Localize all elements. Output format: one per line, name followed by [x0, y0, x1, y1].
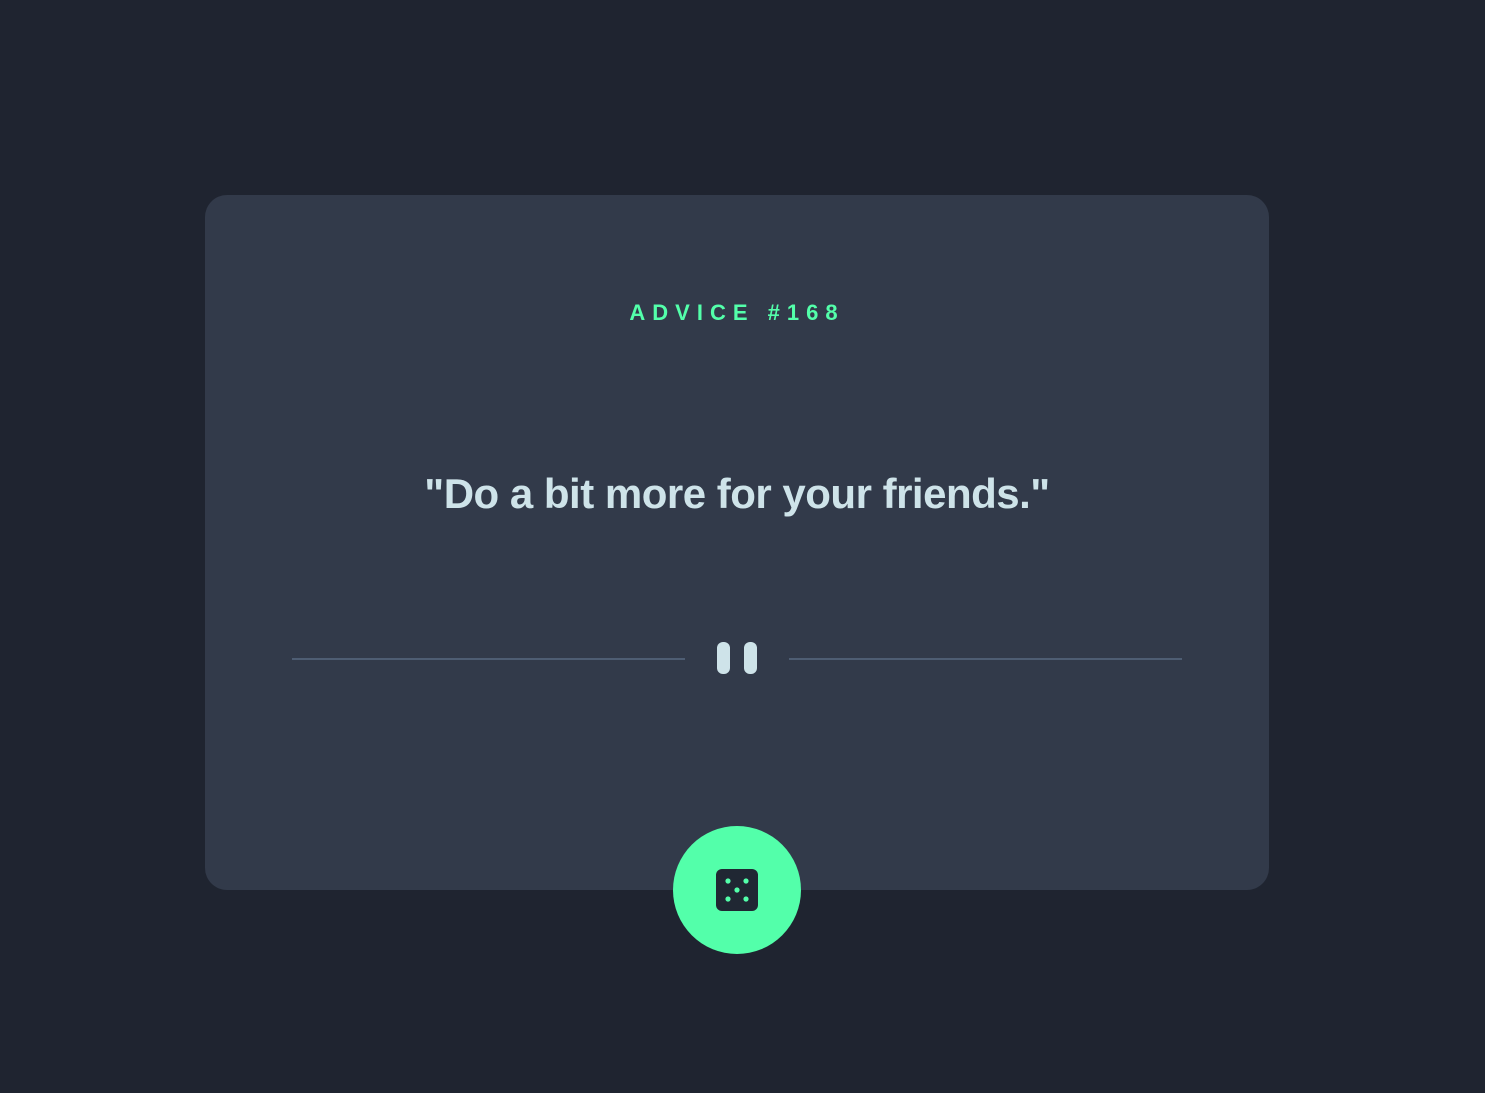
pattern-divider — [292, 642, 1182, 674]
advice-card: ADVICE #168 "Do a bit more for your frie… — [205, 195, 1269, 890]
advice-quote: "Do a bit more for your friends." — [424, 470, 1050, 517]
divider-line-left — [292, 658, 685, 660]
divider-line-right — [789, 658, 1182, 660]
advice-number: ADVICE #168 — [629, 300, 845, 325]
generate-advice-button[interactable] — [673, 826, 801, 954]
dice-icon — [716, 869, 758, 911]
pause-icon — [717, 642, 757, 674]
